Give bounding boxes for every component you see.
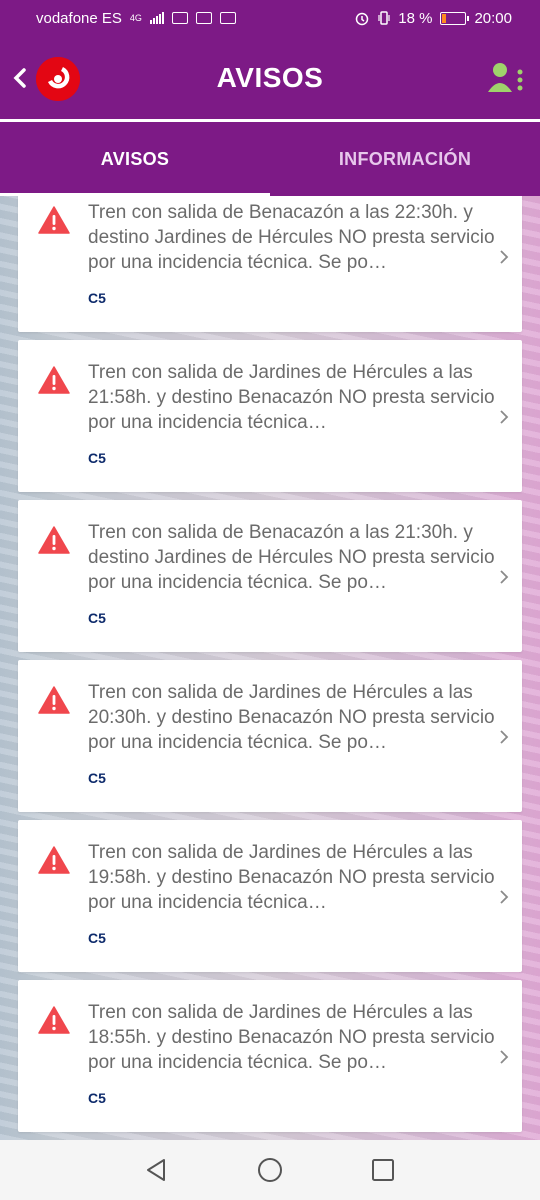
alert-text: Tren con salida de Benacazón a las 21:30… [88, 522, 495, 593]
alert-card[interactable]: Tren con salida de Jardines de Hércules … [18, 660, 522, 812]
notification-icon [171, 12, 188, 24]
line-badge: C5 [88, 450, 106, 466]
alert-card[interactable]: Tren con salida de Jardines de Hércules … [18, 820, 522, 972]
tab-avisos[interactable]: AVISOS [0, 122, 270, 196]
carrier-name: vodafone ES [36, 9, 122, 27]
line-badge: C5 [88, 770, 106, 786]
tab-label: INFORMACIÓN [338, 148, 472, 169]
nav-back-icon[interactable] [142, 1155, 172, 1185]
line-badge: C5 [88, 290, 106, 306]
nav-home-icon[interactable] [255, 1155, 285, 1185]
vibrate-icon [378, 11, 390, 25]
warning-triangle-icon [38, 846, 70, 874]
alert-text: Tren con salida de Jardines de Hércules … [88, 362, 495, 433]
nav-recents-icon[interactable] [368, 1155, 398, 1185]
status-right: 18 % 20:00 [354, 10, 512, 27]
alert-text: Tren con salida de Benacazón a las 22:30… [88, 202, 495, 273]
status-bar: vodafone ES 4G 18 % 20:00 [0, 0, 540, 36]
mail-icon [195, 12, 212, 24]
line-badge: C5 [88, 610, 106, 626]
chevron-right-icon [500, 250, 509, 264]
warning-triangle-icon [38, 686, 70, 714]
battery-icon [440, 11, 470, 25]
alert-card[interactable]: Tren con salida de Benacazón a las 22:30… [18, 196, 522, 332]
tab-bar: AVISOS INFORMACIÓN [0, 122, 540, 196]
line-badge: C5 [88, 930, 106, 946]
chevron-right-icon [500, 570, 509, 584]
alert-card[interactable]: Tren con salida de Jardines de Hércules … [18, 980, 522, 1132]
line-badge: C5 [88, 1090, 106, 1106]
alert-text: Tren con salida de Jardines de Hércules … [88, 1002, 495, 1073]
tab-informacion[interactable]: INFORMACIÓN [270, 122, 540, 196]
alert-text: Tren con salida de Jardines de Hércules … [88, 682, 495, 753]
warning-triangle-icon [38, 366, 70, 394]
network-type: 4G [129, 13, 142, 23]
system-nav-bar [0, 1140, 540, 1200]
user-menu-icon[interactable] [486, 60, 526, 96]
warning-triangle-icon [38, 1006, 70, 1034]
warning-triangle-icon [38, 206, 70, 234]
alert-card[interactable]: Tren con salida de Benacazón a las 21:30… [18, 500, 522, 652]
alert-card[interactable]: Tren con salida de Jardines de Hércules … [18, 340, 522, 492]
chevron-right-icon [500, 410, 509, 424]
signal-icon [149, 12, 164, 24]
notification-icon [219, 12, 236, 24]
app-bar: AVISOS [0, 36, 540, 122]
chevron-right-icon [500, 890, 509, 904]
clock: 20:00 [474, 9, 512, 27]
chevron-right-icon [500, 1050, 509, 1064]
tab-label: AVISOS [100, 148, 170, 169]
warning-triangle-icon [38, 526, 70, 554]
chevron-right-icon [500, 730, 509, 744]
alert-text: Tren con salida de Jardines de Hércules … [88, 842, 495, 913]
status-left: vodafone ES 4G [36, 10, 236, 27]
alerts-list[interactable]: Tren con salida de Benacazón a las 22:30… [0, 196, 540, 1140]
battery-percent: 18 % [398, 9, 433, 27]
page-title: AVISOS [216, 62, 324, 93]
alarm-icon [356, 12, 369, 26]
